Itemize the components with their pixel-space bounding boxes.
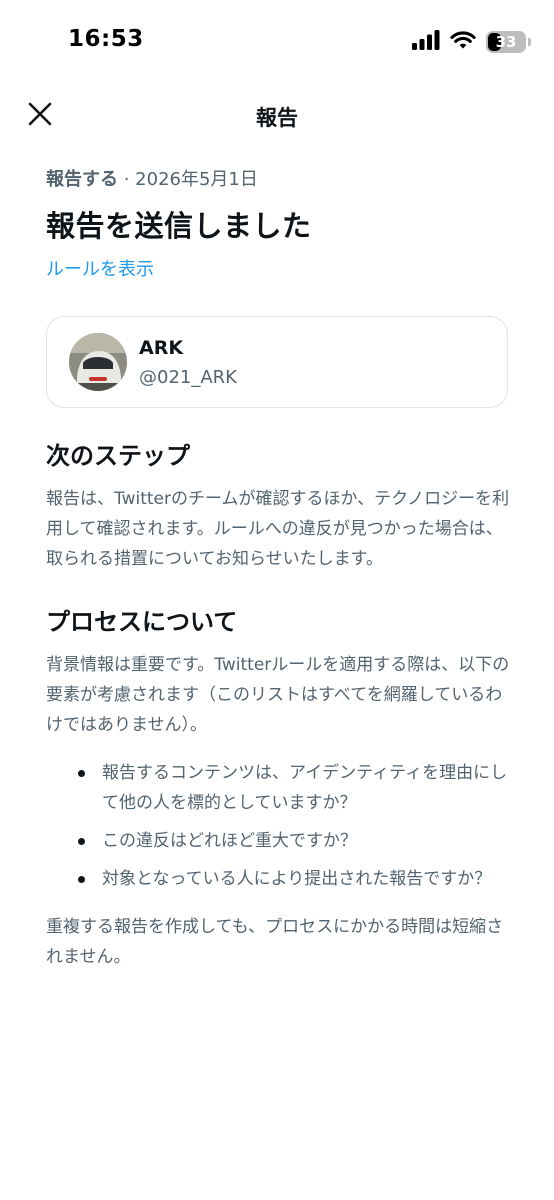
report-meta: 報告する · 2026年5月1日 [46, 160, 510, 200]
report-content: 報告する · 2026年5月1日 報告を送信しました ルールを表示 ARK @0… [46, 160, 510, 972]
list-item: 対象となっている人により提出された報告ですか？ [78, 864, 510, 894]
report-date: 2026年5月1日 [135, 169, 258, 190]
status-icons: 33 [412, 30, 532, 54]
battery-icon: 33 [486, 31, 532, 53]
next-steps-body: 報告は、Twitterのチームが確認するほか、テクノロジーを利用して確認されます… [46, 489, 510, 569]
next-steps-title: 次のステップ [46, 442, 190, 470]
account-handle: @021_ARK [139, 367, 237, 388]
battery-level: 33 [495, 33, 517, 51]
list-item: この違反はどれほど重大ですか？ [78, 826, 510, 856]
status-time: 16:53 [68, 26, 144, 52]
cellular-signal-icon [412, 30, 440, 54]
avatar [69, 333, 127, 391]
process-body: 背景情報は重要です。Twitterルールを適用する際は、以下の要素が考慮されます… [46, 655, 510, 735]
list-item: 報告するコンテンツは、アイデンティティを理由にして他の人を標的としていますか？ [78, 758, 510, 818]
status-bar: 16:53 33 [0, 0, 554, 84]
process-title: プロセスについて [46, 608, 238, 636]
meta-separator: · [118, 169, 136, 190]
account-name: ARK [139, 337, 184, 359]
view-rules-link[interactable]: ルールを表示 [46, 254, 510, 286]
process-closing: 重複する報告を作成しても、プロセスにかかる時間は短縮されません。 [46, 917, 504, 967]
report-headline: 報告を送信しました [46, 209, 312, 243]
page-title: 報告 [256, 106, 298, 130]
reported-account-card[interactable]: ARK @021_ARK [46, 316, 508, 408]
nav-bar: 報告 [0, 84, 554, 148]
report-type: 報告する [46, 169, 118, 190]
wifi-icon [450, 30, 476, 54]
process-factors-list: 報告するコンテンツは、アイデンティティを理由にして他の人を標的としていますか？ … [46, 758, 510, 894]
